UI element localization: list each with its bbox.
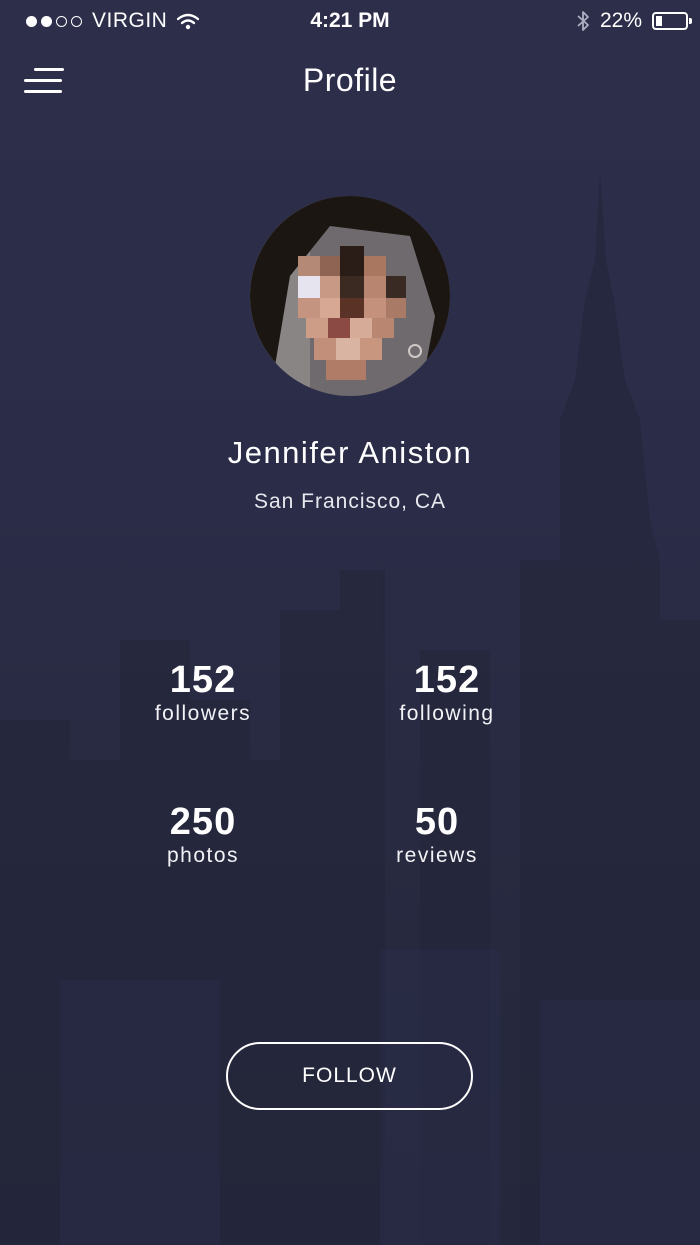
bluetooth-icon xyxy=(577,11,589,31)
stat-label: photos xyxy=(166,844,240,867)
stat-photos[interactable]: 250 photos xyxy=(103,801,303,869)
stat-following[interactable]: 152 following xyxy=(347,659,547,727)
stat-label: following xyxy=(399,702,495,725)
stat-label: reviews xyxy=(396,844,478,867)
stat-reviews[interactable]: 50 reviews xyxy=(337,801,537,869)
stat-label: followers xyxy=(154,702,252,725)
stat-value: 50 xyxy=(414,801,460,843)
page-title: Profile xyxy=(302,62,398,98)
battery-icon xyxy=(652,12,692,30)
stat-value: 152 xyxy=(413,659,481,701)
status-bar: VIRGIN 4:21 PM 22% xyxy=(0,0,700,42)
stat-value: 250 xyxy=(169,801,237,843)
status-right: 22% xyxy=(576,9,692,33)
profile-location: San Francisco, CA xyxy=(253,490,447,513)
stat-followers[interactable]: 152 followers xyxy=(103,659,303,727)
profile-name: Jennifer Aniston xyxy=(227,435,473,470)
stat-value: 152 xyxy=(169,659,237,701)
follow-button[interactable]: FOLLOW xyxy=(226,1042,473,1110)
profile-photo xyxy=(250,196,450,396)
battery-percent: 22% xyxy=(599,9,642,32)
battery-fill xyxy=(656,16,662,26)
nav-bar: Profile xyxy=(0,50,700,110)
avatar xyxy=(250,196,450,396)
